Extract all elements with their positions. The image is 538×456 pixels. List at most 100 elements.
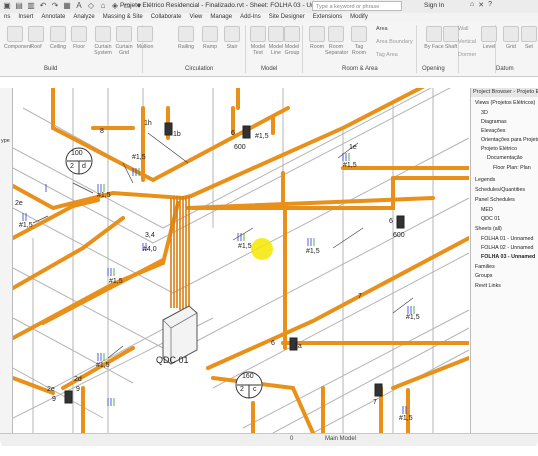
properties-panel-edge[interactable]: ype bbox=[0, 88, 13, 433]
browser-tree-item[interactable]: Projeto Elétrico bbox=[481, 146, 517, 152]
opening-item[interactable]: Wall bbox=[458, 26, 469, 32]
tag-8: 8 bbox=[100, 128, 104, 135]
ribbon-button[interactable]: Ramp bbox=[199, 26, 221, 50]
ribbon-button[interactable]: Tag Room bbox=[348, 26, 370, 56]
ribbon-button[interactable]: Floor bbox=[68, 26, 90, 50]
main-model-selector[interactable]: Main Model bbox=[325, 436, 356, 442]
browser-tree-item[interactable]: 3D bbox=[481, 110, 488, 116]
measure-icon[interactable]: ◇ bbox=[86, 1, 96, 11]
ribbon-button-label: Roof bbox=[30, 44, 42, 50]
save-icon[interactable]: ▥ bbox=[26, 1, 36, 11]
search-input[interactable]: Type a keyword or phrase bbox=[312, 1, 402, 11]
ribbon-button[interactable]: Ceiling bbox=[47, 26, 69, 50]
menu-tab[interactable]: View bbox=[185, 13, 206, 22]
help-icon[interactable]: ? bbox=[488, 1, 492, 9]
browser-tree-label: MED bbox=[481, 207, 493, 213]
browser-tree-item[interactable]: Elevações bbox=[481, 128, 505, 134]
tool-icon bbox=[224, 26, 240, 42]
ribbon-button[interactable]: Stair bbox=[221, 26, 243, 50]
browser-tree-item[interactable]: Documentação bbox=[487, 155, 523, 161]
area-boundary-button[interactable]: Area Boundary bbox=[376, 39, 413, 45]
menu-tab[interactable]: Collaborate bbox=[147, 13, 186, 22]
menu-tab[interactable]: Insert bbox=[14, 13, 37, 22]
section-icon[interactable]: ◈ bbox=[110, 1, 120, 11]
browser-tree-item[interactable]: Revit Links bbox=[475, 283, 501, 289]
browser-tree-item[interactable]: Diagramas bbox=[481, 119, 507, 125]
ribbon-button-label: Curtain Grid bbox=[115, 44, 133, 56]
tag-4-0: #4,0 bbox=[143, 246, 157, 253]
tool-icon bbox=[7, 26, 23, 42]
area-button[interactable]: Area bbox=[376, 26, 388, 32]
window-title: Projeto Elétrico Residencial - Finalizad… bbox=[120, 2, 335, 9]
open-icon[interactable]: ▤ bbox=[14, 1, 24, 11]
browser-tree-label: Diagramas bbox=[481, 119, 507, 125]
ribbon-button[interactable]: Model Group bbox=[281, 26, 303, 56]
browser-tree-item[interactable]: MED bbox=[481, 207, 493, 213]
undo-icon[interactable]: ↶ bbox=[38, 1, 48, 11]
tag-1h: 1h bbox=[144, 120, 152, 127]
tag-2e: 2e bbox=[47, 386, 55, 393]
revit-logo-icon[interactable]: ▣ bbox=[2, 1, 12, 11]
browser-tree-item[interactable]: Views (Projetos Elétricos) bbox=[475, 100, 535, 106]
browser-tree-item[interactable]: FOLHA 01 - Unnamed bbox=[481, 236, 533, 242]
menu-tab[interactable]: Annotate bbox=[37, 13, 69, 22]
cart-icon[interactable]: ⌂ bbox=[470, 1, 474, 9]
opening-item[interactable]: Vertical bbox=[458, 39, 476, 45]
browser-tree-item[interactable]: FOLHA 03 - Unnamed bbox=[481, 254, 535, 260]
browser-tree-item[interactable]: Orientações para Projeto bbox=[481, 137, 538, 143]
exchange-icon[interactable]: ✕ bbox=[478, 1, 484, 9]
browser-tree-item[interactable]: Schedules/Quantities bbox=[475, 187, 525, 193]
ribbon-button[interactable]: Curtain Grid bbox=[113, 26, 135, 56]
tool-icon bbox=[250, 26, 266, 42]
menu-tab[interactable]: Modify bbox=[346, 13, 372, 22]
browser-tree-item[interactable]: Groups bbox=[475, 273, 492, 279]
opening-item[interactable]: Dormer bbox=[458, 52, 476, 58]
browser-tree-label: FOLHA 01 - Unnamed bbox=[481, 236, 534, 242]
menu-tab[interactable]: Add-Ins bbox=[236, 13, 265, 22]
redo-icon[interactable]: ↷ bbox=[50, 1, 60, 11]
sign-in-button[interactable]: Sign In bbox=[424, 2, 444, 9]
wire-label: #1,5 bbox=[96, 362, 110, 369]
group-model: Model bbox=[261, 66, 278, 72]
tool-icon bbox=[443, 26, 459, 42]
menu-tab[interactable]: Analyze bbox=[69, 13, 98, 22]
ribbon-button[interactable]: Level bbox=[478, 26, 500, 50]
ribbon-button-label: Model Text bbox=[250, 44, 266, 56]
text-icon[interactable]: A bbox=[74, 1, 84, 11]
ribbon-button[interactable]: Set bbox=[518, 26, 538, 50]
ribbon-button[interactable]: Railing bbox=[175, 26, 197, 50]
3d-view-icon[interactable]: ⌂ bbox=[98, 1, 108, 11]
ribbon-button-label: Ramp bbox=[202, 44, 218, 50]
ribbon-button[interactable]: Roof bbox=[25, 26, 47, 50]
browser-tree-item[interactable]: Families bbox=[475, 264, 495, 270]
browser-tree-item[interactable]: Legends bbox=[475, 177, 495, 183]
browser-tree-item[interactable]: Floor Plan: Plan bbox=[493, 165, 531, 171]
menu-tab[interactable]: Massing & Site bbox=[99, 13, 147, 22]
browser-tree-item[interactable]: FOLHA 02 - Unnamed bbox=[481, 245, 533, 251]
ribbon-button-label: Railing bbox=[177, 44, 195, 50]
tag-area-button[interactable]: Tag Area bbox=[376, 52, 398, 58]
menu-tab[interactable]: ns bbox=[0, 13, 14, 22]
ribbon-button[interactable]: Curtain System bbox=[92, 26, 114, 56]
browser-tree-item[interactable]: QDC 01 bbox=[481, 216, 500, 222]
browser-tree-item[interactable]: Sheets (all) bbox=[475, 226, 502, 232]
menu-tab[interactable]: Manage bbox=[206, 13, 236, 22]
tag-1e: 1e bbox=[349, 144, 357, 151]
tool-icon bbox=[521, 26, 537, 42]
print-icon[interactable]: ▦ bbox=[62, 1, 72, 11]
ribbon-button[interactable]: Component bbox=[4, 26, 31, 50]
drawing-canvas[interactable]: 1h 1b 6 600 100 2 d 1e 8 6 600 QDC 01 6 … bbox=[13, 88, 469, 433]
browser-tree-item[interactable]: Panel Schedules bbox=[475, 197, 515, 203]
menu-tab[interactable]: Site Designer bbox=[265, 13, 309, 22]
wire-label: #1,5 bbox=[97, 192, 111, 199]
ribbon-button[interactable]: Mullion bbox=[134, 26, 156, 50]
tool-icon bbox=[202, 26, 218, 42]
tool-icon bbox=[116, 26, 132, 42]
ribbon-button-label: Mullion bbox=[136, 44, 154, 50]
browser-tree-label: Sheets (all) bbox=[475, 226, 502, 232]
ribbon-button[interactable]: Room Separator bbox=[325, 26, 348, 56]
menu-tab[interactable]: Extensions bbox=[309, 13, 346, 22]
wire-marks bbox=[22, 153, 412, 414]
conduit-bundle[interactable] bbox=[170, 196, 190, 310]
tag-6-right: 6 bbox=[389, 218, 393, 225]
